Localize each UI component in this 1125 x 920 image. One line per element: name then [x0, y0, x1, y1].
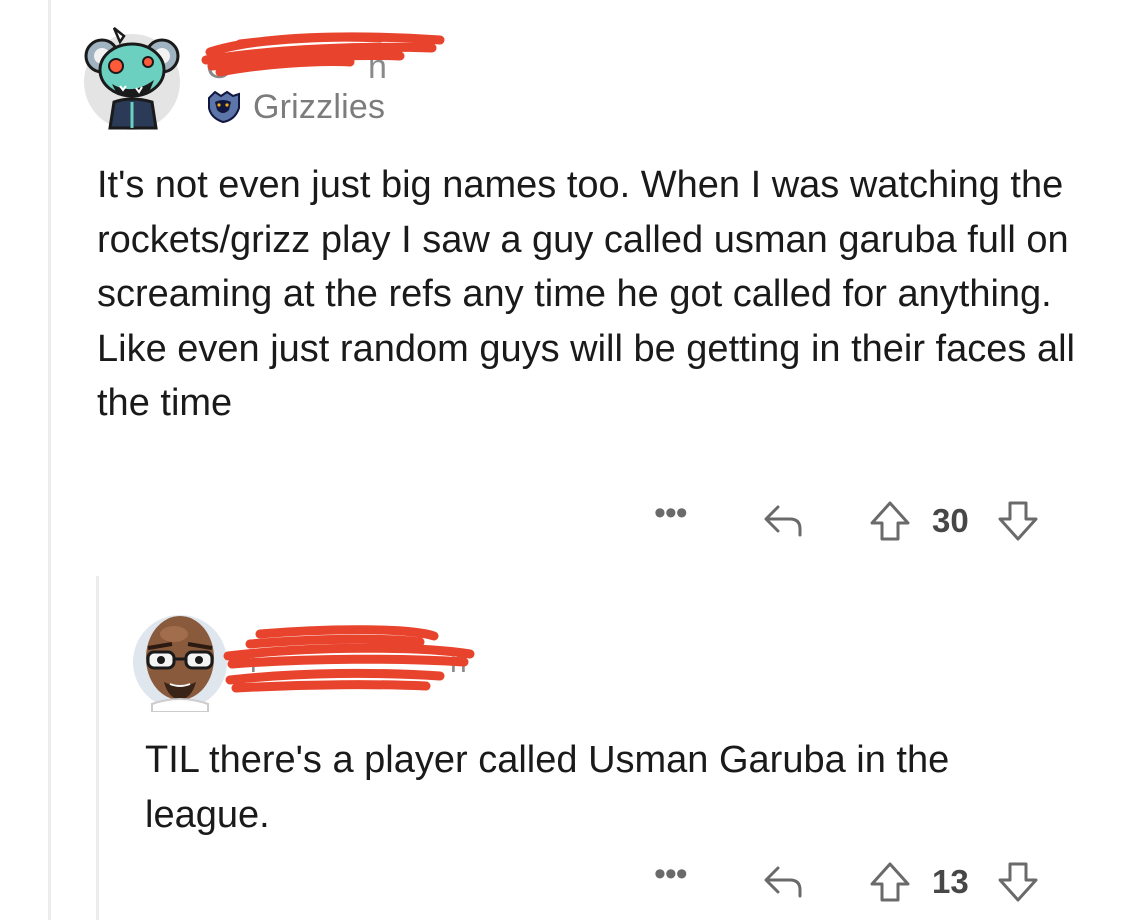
reply-icon[interactable] — [758, 862, 808, 902]
comment-body: It's not even just big names too. When I… — [97, 164, 1075, 424]
redaction-scribble: i n — [223, 625, 475, 693]
comment-actions: ••• 13 — [654, 857, 1040, 907]
username[interactable]: i n — [220, 622, 480, 698]
user-flair: Grizzlies — [205, 88, 385, 126]
vote-count: 30 — [932, 502, 969, 539]
thread-line — [48, 0, 51, 920]
redaction-scribble: O n — [201, 32, 445, 86]
avatar[interactable] — [130, 608, 230, 713]
more-options-button[interactable]: ••• — [654, 496, 706, 530]
reply-thread-line — [96, 576, 99, 920]
reply-icon[interactable] — [758, 501, 808, 541]
comment-body: TIL there's a player called Usman Garuba… — [145, 739, 950, 836]
upvote-arrow-icon[interactable] — [868, 860, 912, 904]
avatar[interactable] — [80, 22, 184, 132]
downvote-arrow-icon[interactable] — [996, 499, 1040, 543]
comment-actions: ••• 30 — [654, 496, 1040, 546]
grizzlies-logo-icon — [208, 90, 240, 124]
downvote-arrow-icon[interactable] — [996, 860, 1040, 904]
flair-text: Grizzlies — [253, 87, 386, 126]
username[interactable]: O n — [200, 30, 450, 86]
more-options-button[interactable]: ••• — [654, 857, 706, 891]
vote-count: 13 — [932, 863, 969, 900]
upvote-arrow-icon[interactable] — [868, 499, 912, 543]
